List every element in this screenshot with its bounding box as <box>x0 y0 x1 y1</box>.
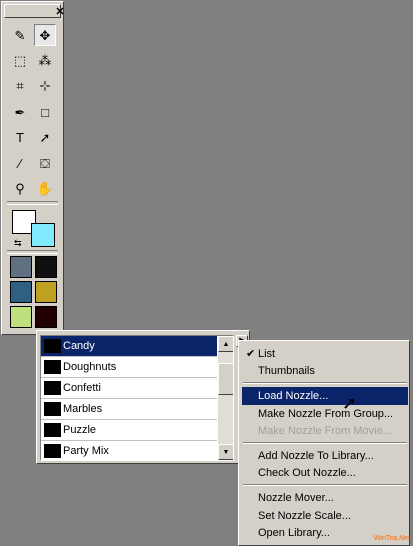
flood-fill-icon[interactable]: ⛋ <box>34 152 56 174</box>
nozzle-thumbnail <box>44 339 61 353</box>
menu-item[interactable]: Check Out Nozzle... <box>242 464 408 482</box>
scrollbar-thumb[interactable] <box>218 363 233 395</box>
nozzle-thumbnail <box>44 381 61 395</box>
menu-separator <box>243 382 407 384</box>
list-item-label: Confetti <box>63 382 101 394</box>
object-selector-icon[interactable]: ➚ <box>34 126 56 148</box>
crop-icon[interactable]: ⌗ <box>9 74 31 96</box>
magic-wand-icon[interactable]: ⁂ <box>34 49 56 71</box>
menu-item[interactable]: Add Nozzle To Library... <box>242 447 408 465</box>
menu-separator <box>243 442 407 444</box>
list-item-label: Doughnuts <box>63 361 117 373</box>
brush-preset-1[interactable] <box>10 256 32 278</box>
divider <box>7 201 58 205</box>
list-item[interactable]: Marbles <box>41 399 217 420</box>
toolbox-title-bar[interactable]: ✕ <box>4 4 65 18</box>
nozzle-list-panel: Candy Doughnuts Confetti Marbles Puzzle Party… <box>36 330 250 464</box>
divider <box>7 250 58 254</box>
nozzle-list[interactable]: Candy Doughnuts Confetti Marbles Puzzle Party… <box>40 335 234 461</box>
pan-hand-icon[interactable]: ✋ <box>34 177 56 199</box>
menu-separator <box>243 484 407 486</box>
list-item[interactable]: Doughnuts <box>41 357 217 378</box>
menu-item: Make Nozzle From Movie... <box>242 422 408 440</box>
list-item[interactable]: Puzzle <box>41 420 217 441</box>
nozzle-thumbnail <box>44 360 61 374</box>
deform-icon[interactable]: ⊹ <box>34 74 56 96</box>
list-item-label: Marbles <box>63 403 103 415</box>
checkmark-icon: ✔ <box>246 348 256 360</box>
menu-item-label: Make Nozzle From Group... <box>258 408 394 420</box>
scroll-up-arrow-icon[interactable]: ▲ <box>218 336 233 352</box>
watermark-label: WinTea.Net <box>373 535 410 542</box>
menu-item-label: List <box>258 348 276 360</box>
brush-preset-2[interactable] <box>35 256 57 278</box>
nozzle-thumbnail <box>44 444 61 458</box>
menu-item[interactable]: Make Nozzle From Group... <box>242 405 408 423</box>
list-item-label: Party Mix <box>63 445 109 457</box>
brush-preset-5[interactable] <box>10 306 32 328</box>
menu-item-label: Load Nozzle... <box>258 390 329 402</box>
list-item[interactable]: Confetti <box>41 378 217 399</box>
menu-item-label: Check Out Nozzle... <box>258 467 356 479</box>
menu-item-label: Add Nozzle To Library... <box>258 450 374 462</box>
list-item[interactable]: Party Mix <box>41 441 217 460</box>
scroll-down-arrow-icon[interactable]: ▼ <box>218 444 233 460</box>
toolbox-palette: ✕ ✎ ✥ ⬚ ⁂ ⌗ ⊹ ✒ □ T ➚ ⁄ ⛋ ⚲ ✋ ⇆ <box>1 1 65 335</box>
brush-preset-4[interactable] <box>35 281 57 303</box>
background-color-swatch[interactable] <box>31 223 55 247</box>
list-item-label: Candy <box>63 340 95 352</box>
menu-item-label: Set Nozzle Scale... <box>258 510 351 522</box>
close-icon[interactable]: ✕ <box>55 7 65 18</box>
vertical-scrollbar[interactable]: ▲ ▼ <box>218 336 233 460</box>
mover-icon[interactable]: ✥ <box>34 24 56 46</box>
text-icon[interactable]: T <box>9 126 31 148</box>
list-item[interactable]: Candy <box>41 336 217 357</box>
swap-colors-icon[interactable]: ⇆ <box>14 238 22 249</box>
nozzle-thumbnail <box>44 402 61 416</box>
nozzle-thumbnail <box>44 423 61 437</box>
nozzle-options-menu: ✔ List Thumbnails Load Nozzle... Make Nozzle… <box>238 340 410 546</box>
mouse-cursor-icon: ➚ <box>342 393 358 413</box>
menu-item-label: Nozzle Mover... <box>258 492 334 504</box>
menu-item[interactable]: ✔ List <box>242 345 408 363</box>
selection-icon[interactable]: ⬚ <box>9 49 31 71</box>
eyedropper-icon[interactable]: ⁄ <box>9 152 31 174</box>
menu-item-label: Make Nozzle From Movie... <box>258 425 392 437</box>
brush-preset-3[interactable] <box>10 281 32 303</box>
menu-item-label: Thumbnails <box>258 365 315 377</box>
menu-item[interactable]: Nozzle Mover... <box>242 489 408 507</box>
menu-item[interactable]: Thumbnails <box>242 362 408 380</box>
list-item-label: Puzzle <box>63 424 97 436</box>
zoom-icon[interactable]: ⚲ <box>9 177 31 199</box>
menu-item-label: Open Library... <box>258 527 330 539</box>
paintbrush-icon[interactable]: ✎ <box>9 24 31 46</box>
menu-item[interactable]: Set Nozzle Scale... <box>242 507 408 525</box>
rectangle-icon[interactable]: □ <box>34 101 56 123</box>
menu-item[interactable]: Load Nozzle... <box>242 387 408 405</box>
pen-icon[interactable]: ✒ <box>9 101 31 123</box>
brush-preset-6[interactable] <box>35 306 57 328</box>
